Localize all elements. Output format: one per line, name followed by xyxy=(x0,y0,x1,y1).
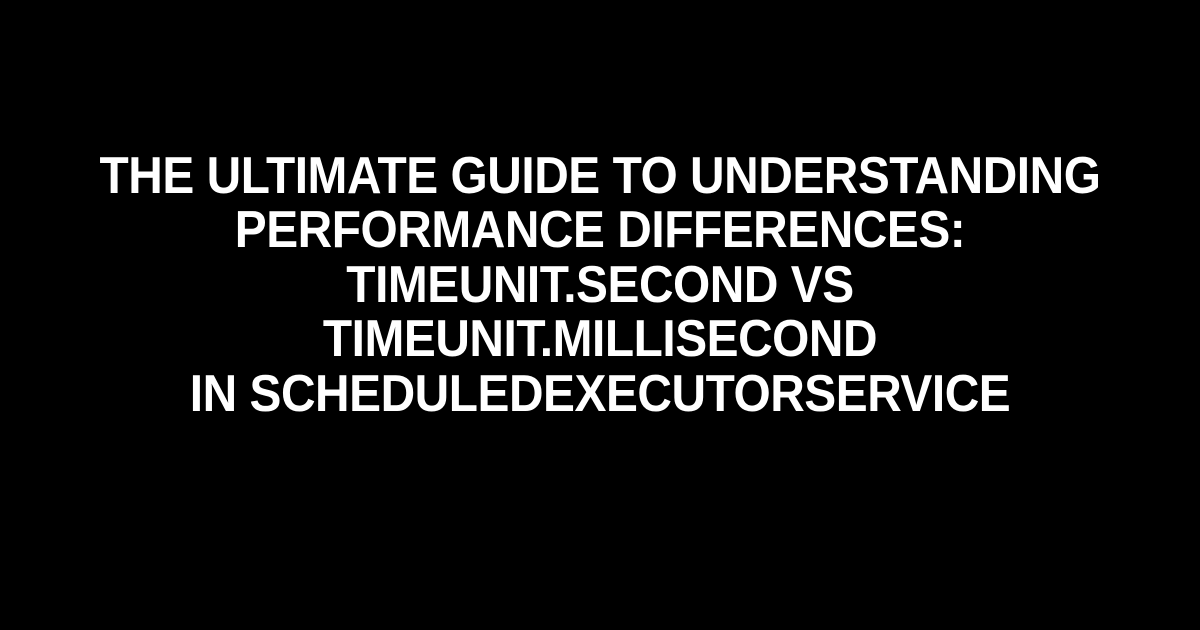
title-line-3: TIMEUNIT.SECOND VS TIMEUNIT.MILLISECOND xyxy=(323,256,877,369)
title-line-2: PERFORMANCE DIFFERENCES: xyxy=(235,201,966,259)
page-title: THE ULTIMATE GUIDE TO UNDERSTANDING PERF… xyxy=(85,149,1115,422)
title-container: THE ULTIMATE GUIDE TO UNDERSTANDING PERF… xyxy=(0,149,1200,422)
title-line-4: IN SCHEDULEDEXECUTORSERVICE xyxy=(190,365,1011,423)
title-line-1: THE ULTIMATE GUIDE TO UNDERSTANDING xyxy=(100,147,1101,205)
